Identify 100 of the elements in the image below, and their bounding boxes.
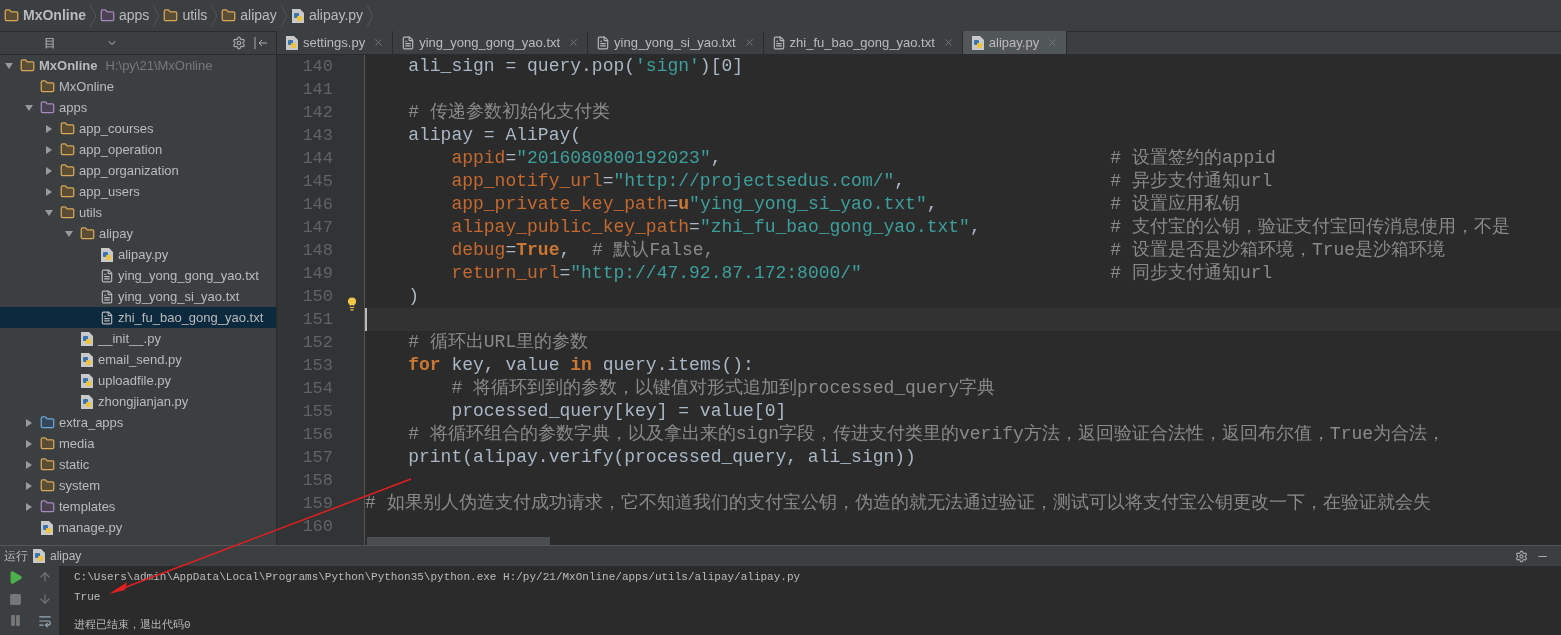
folder-icon xyxy=(40,478,55,493)
tree-item[interactable]: app_organization xyxy=(0,160,276,181)
down-arrow-icon[interactable] xyxy=(37,592,52,606)
code-line: alipay_public_key_path="zhi_fu_bao_gong_yao.txt", xyxy=(450,216,982,239)
tree-item[interactable]: MxOnline H:\py\21\MxOnline xyxy=(0,55,276,76)
breadcrumb-item[interactable]: alipay xyxy=(217,3,281,28)
collapsed-arrow-icon[interactable] xyxy=(25,418,33,427)
collapsed-arrow-icon[interactable] xyxy=(25,439,33,448)
stop-icon[interactable] xyxy=(8,593,22,606)
text-file-icon xyxy=(771,35,786,50)
code-comment: # 设置签约的appid xyxy=(1110,147,1276,170)
collapse-icon[interactable] xyxy=(254,37,268,49)
python-file-icon xyxy=(100,246,114,263)
folder-icon xyxy=(40,436,55,451)
expanded-arrow-icon[interactable] xyxy=(25,103,33,112)
breadcrumb-item[interactable]: MxOnline xyxy=(0,3,90,28)
code-comment: # 同步支付通知url xyxy=(1110,262,1273,285)
code-line: # 将循环到到的参数，以键值对形式追加到processed_query字典 xyxy=(450,377,996,400)
code-line: appid="2016080800192023", xyxy=(450,147,723,170)
tree-item[interactable]: app_users xyxy=(0,181,276,202)
collapsed-arrow-icon[interactable] xyxy=(45,145,53,154)
close-icon[interactable] xyxy=(942,37,954,48)
run-icon[interactable] xyxy=(7,570,23,585)
breadcrumb-item[interactable]: utils xyxy=(159,3,212,28)
code-comment: # 支付宝的公钥，验证支付宝回传消息使用，不是 xyxy=(1110,216,1510,239)
tree-item[interactable]: static xyxy=(0,454,276,475)
tree-item[interactable]: app_operation xyxy=(0,139,276,160)
text-file-icon xyxy=(596,35,611,50)
python-file-icon xyxy=(32,548,46,564)
collapsed-arrow-icon[interactable] xyxy=(45,166,53,175)
code-line: return_url="http://47.92.87.172:8000/" xyxy=(450,262,863,285)
settings-icon[interactable] xyxy=(1515,549,1528,563)
collapsed-arrow-icon[interactable] xyxy=(25,502,33,511)
tree-item[interactable]: media xyxy=(0,433,276,454)
tree-item[interactable]: email_send.py xyxy=(0,349,276,370)
text-file-icon xyxy=(401,35,416,50)
collapsed-arrow-icon[interactable] xyxy=(25,481,33,490)
breadcrumb-item[interactable]: alipay.py xyxy=(286,3,368,28)
folder-icon xyxy=(60,142,75,157)
tree-item[interactable]: __init__.py xyxy=(0,328,276,349)
folder-icon xyxy=(163,8,179,23)
folder-icon xyxy=(100,8,115,23)
text-file-icon xyxy=(100,310,114,325)
folder-icon xyxy=(40,499,55,514)
tree-item[interactable]: app_courses xyxy=(0,118,276,139)
folder-icon xyxy=(80,226,95,241)
folder-icon xyxy=(4,8,19,23)
run-config-name: alipay xyxy=(50,548,82,565)
folder-icon xyxy=(60,205,75,220)
collapsed-arrow-icon[interactable] xyxy=(25,460,33,469)
console-output: 进程已结束，退出代码0 xyxy=(74,618,192,632)
python-file-icon xyxy=(285,34,299,51)
editor-tab[interactable]: zhi_fu_bao_gong_yao.txt xyxy=(763,31,963,54)
folder-icon xyxy=(60,163,75,178)
text-file-icon xyxy=(100,268,114,283)
code-line: # 传递参数初始化支付类 xyxy=(407,101,610,124)
tree-item[interactable]: MxOnline xyxy=(0,76,276,97)
tree-item[interactable]: zhi_fu_bao_gong_yao.txt xyxy=(0,307,276,328)
tree-item[interactable]: apps xyxy=(0,97,276,118)
lightbulb-icon[interactable] xyxy=(345,297,359,311)
expanded-arrow-icon[interactable] xyxy=(45,208,53,217)
collapsed-arrow-icon[interactable] xyxy=(45,187,53,196)
close-icon[interactable] xyxy=(568,37,580,48)
soft-wrap-icon[interactable] xyxy=(37,614,52,628)
close-icon[interactable] xyxy=(373,37,385,48)
editor-tab[interactable]: ying_yong_si_yao.txt xyxy=(588,31,764,54)
tree-item[interactable]: extra_apps xyxy=(0,412,276,433)
up-arrow-icon[interactable] xyxy=(37,570,52,584)
tree-item[interactable]: alipay.py xyxy=(0,244,276,265)
code-line: ali_sign = query.pop('sign')[0] xyxy=(407,55,744,78)
tree-item[interactable]: uploadfile.py xyxy=(0,370,276,391)
folder-icon xyxy=(221,8,237,23)
code-line: print(alipay.verify(processed_query, ali_sign)) xyxy=(407,446,916,469)
code-comment: # 设置是否是沙箱环境，True是沙箱环境 xyxy=(1110,239,1446,262)
tree-item[interactable]: manage.py xyxy=(0,517,276,538)
tree-item[interactable]: ying_yong_gong_yao.txt xyxy=(0,265,276,286)
pause-icon[interactable] xyxy=(8,614,22,627)
expanded-arrow-icon[interactable] xyxy=(65,229,73,238)
tree-item[interactable]: system xyxy=(0,475,276,496)
tree-item[interactable]: templates xyxy=(0,496,276,517)
run-panel-label: 运行 xyxy=(4,548,28,565)
editor-tab[interactable]: alipay.py xyxy=(962,31,1068,54)
folder-icon xyxy=(60,184,75,199)
folder-icon xyxy=(20,58,35,73)
scrollbar-thumb[interactable] xyxy=(367,537,550,545)
code-line: ) xyxy=(407,285,419,308)
expanded-arrow-icon[interactable] xyxy=(5,61,13,70)
python-file-icon xyxy=(80,330,94,347)
text-file-icon xyxy=(100,289,114,304)
tree-item[interactable]: utils xyxy=(0,202,276,223)
code-line: debug=True, # 默认False, xyxy=(450,239,716,262)
editor-tab[interactable]: ying_yong_gong_yao.txt xyxy=(393,31,589,54)
tree-item[interactable]: alipay xyxy=(0,223,276,244)
settings-icon[interactable] xyxy=(232,36,246,50)
tree-item[interactable]: zhongjianjan.py xyxy=(0,391,276,412)
breadcrumb-item[interactable]: apps xyxy=(96,3,154,28)
collapsed-arrow-icon[interactable] xyxy=(45,124,53,133)
close-icon[interactable] xyxy=(743,37,755,48)
tree-item[interactable]: ying_yong_si_yao.txt xyxy=(0,286,276,307)
editor-tab[interactable]: settings.py xyxy=(277,31,394,54)
